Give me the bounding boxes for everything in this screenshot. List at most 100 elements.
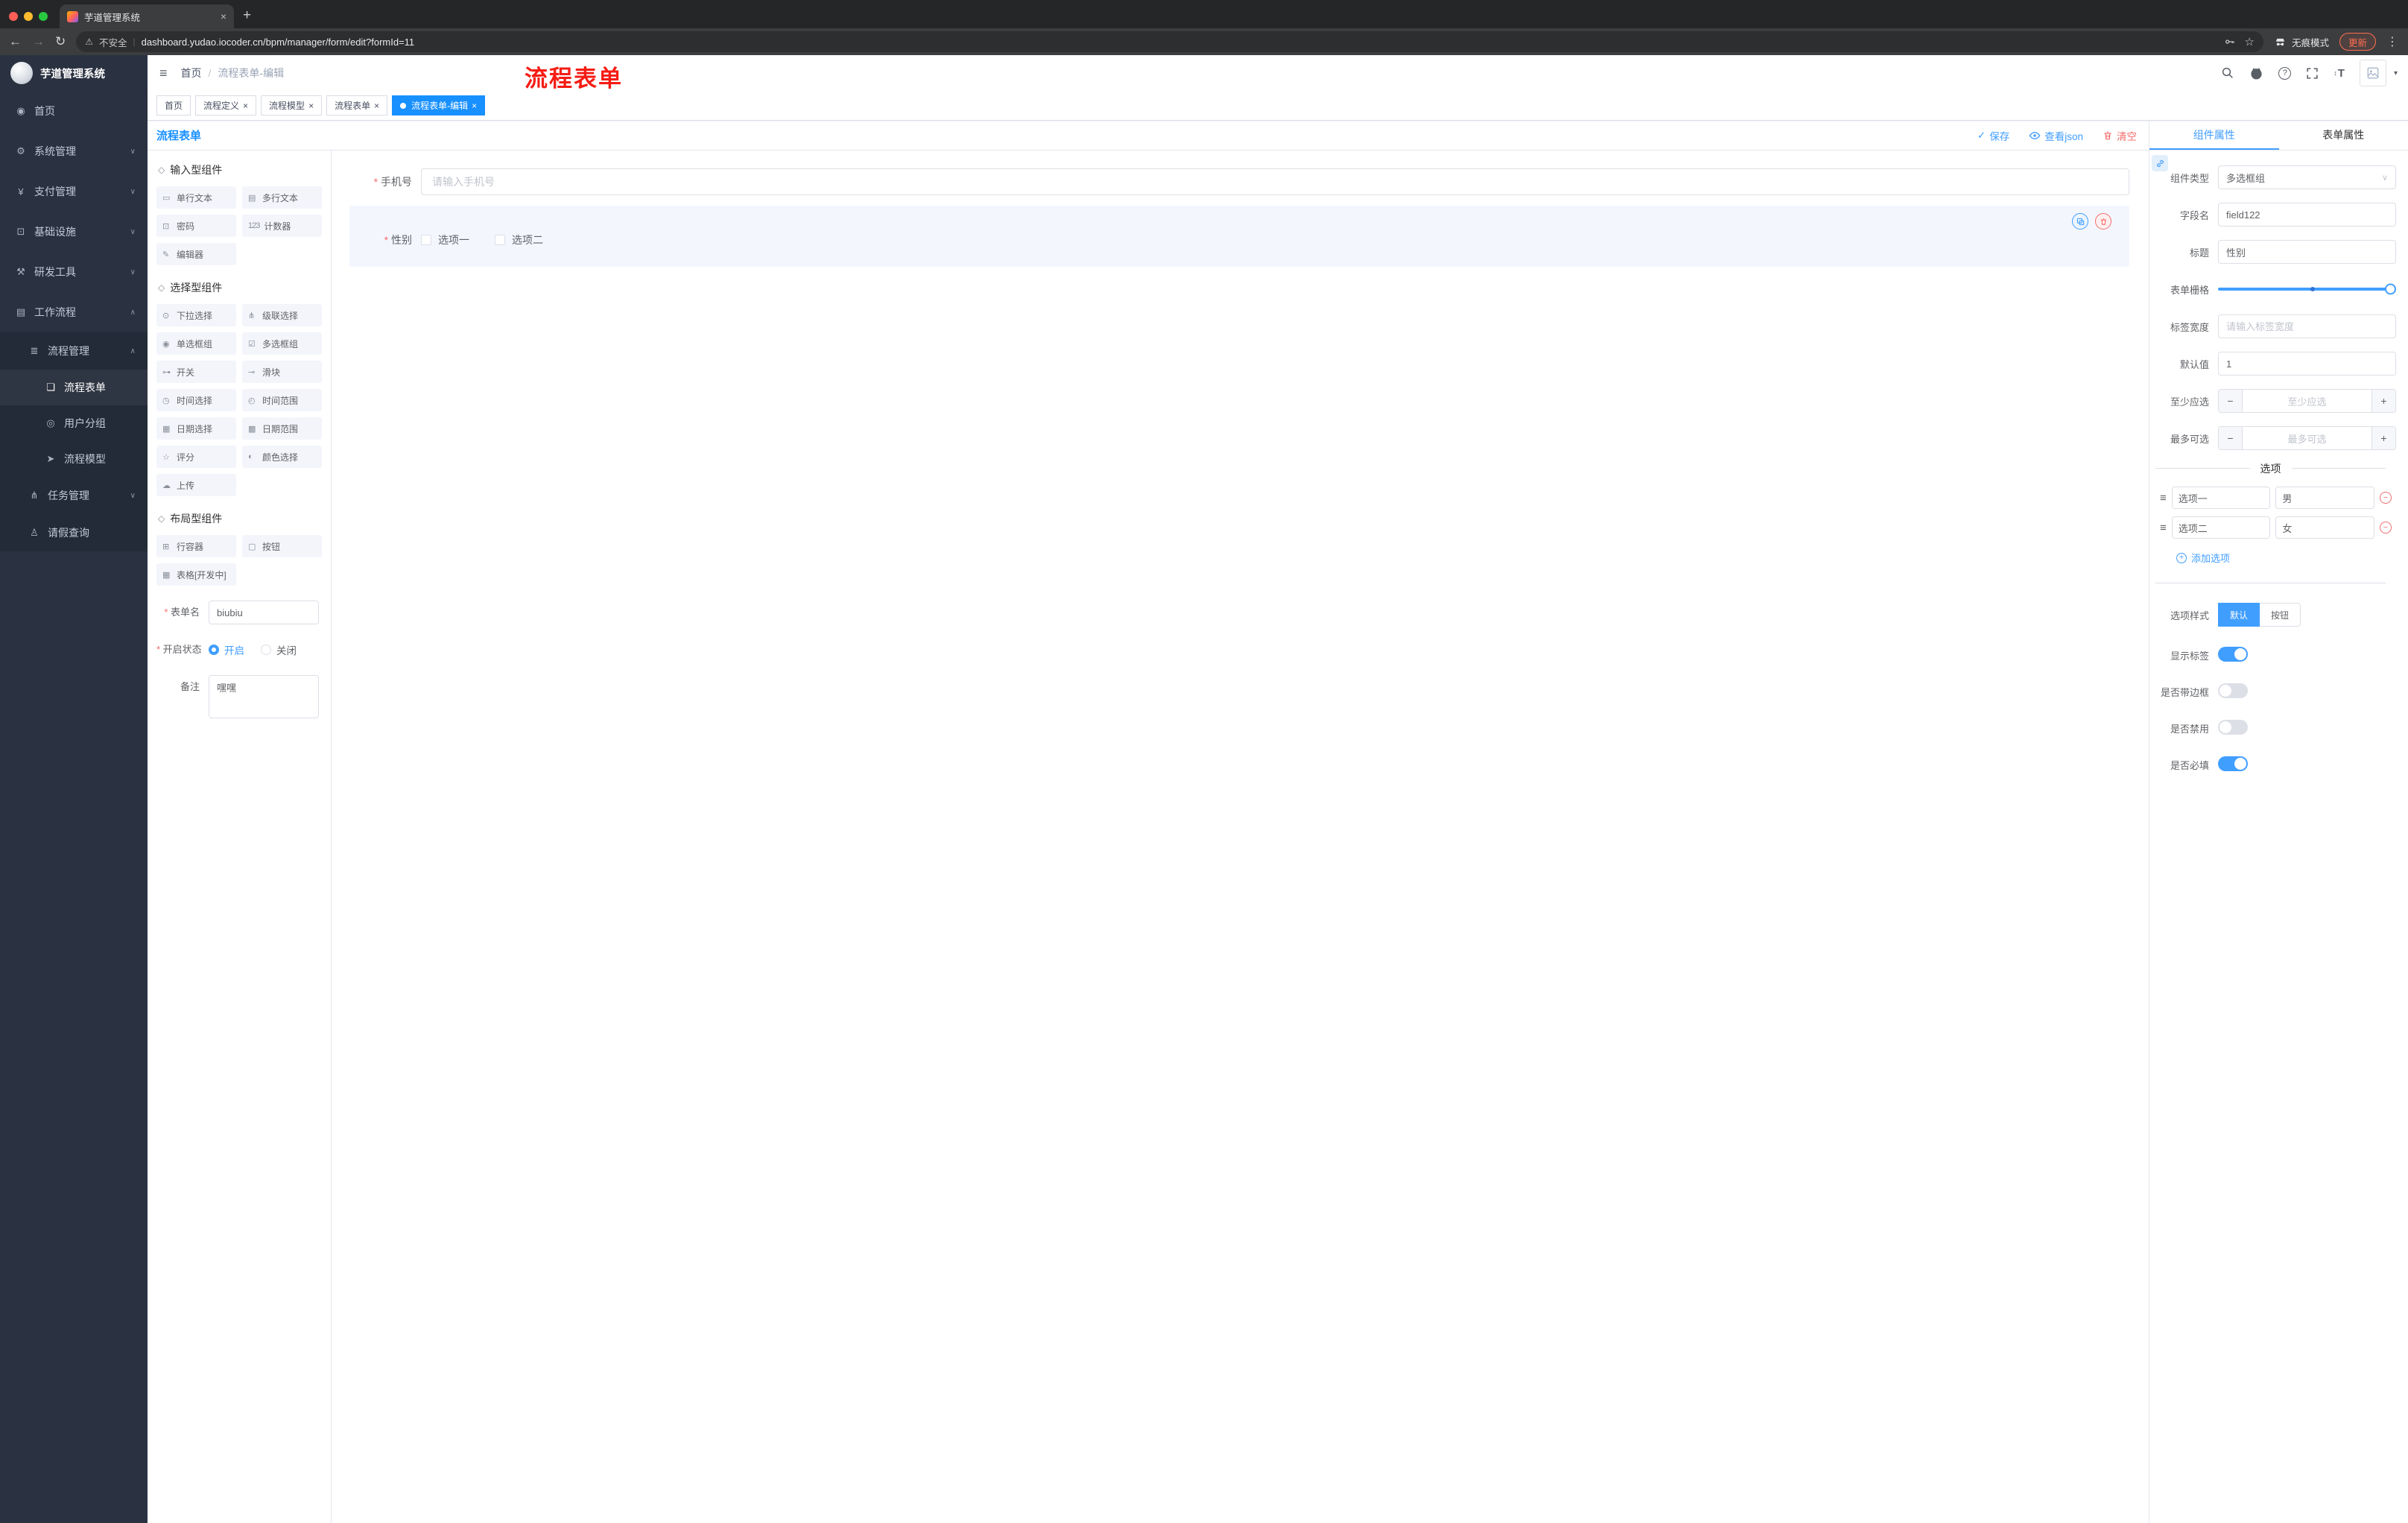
tab-form-props[interactable]: 表单属性 [2279,121,2408,150]
checkbox[interactable] [421,235,431,245]
view-json-button[interactable]: 查看json [2029,128,2083,143]
link-handle-icon[interactable] [2152,155,2168,171]
palette-item[interactable]: ▩ 日期范围 [242,417,322,440]
maximize-window-button[interactable] [39,12,48,21]
sidebar-item[interactable]: ⊡ 基础设施 ∨ [0,212,148,252]
style-option-button[interactable]: 默认 [2218,603,2260,627]
palette-item[interactable]: ◉ 单选框组 [156,332,236,355]
palette-item[interactable]: ☆ 评分 [156,446,236,468]
page-tab[interactable]: 流程定义 × [195,95,257,115]
toggle-switch[interactable] [2218,646,2248,662]
gender-checkbox-option[interactable]: 选项一 [421,232,469,247]
close-icon[interactable]: × [243,101,248,110]
palette-item[interactable]: ◴ 时间范围 [242,389,322,411]
toggle-switch[interactable] [2218,683,2248,698]
palette-item[interactable]: ▦ 日期选择 [156,417,236,440]
option-value-input[interactable] [2275,487,2375,509]
style-option-button[interactable]: 按钮 [2260,603,2301,627]
sidebar-item[interactable]: ◉ 首页 [0,91,148,131]
palette-item[interactable]: ⊸ 滑块 [242,361,322,383]
palette-item[interactable]: ⋔ 级联选择 [242,304,322,326]
max-select-placeholder[interactable]: 最多可选 [2243,427,2371,449]
close-window-button[interactable] [9,12,18,21]
forward-button[interactable]: → [32,34,45,49]
decrease-button[interactable]: − [2219,390,2243,412]
palette-item[interactable]: ◐ 颜色选择 [242,446,322,468]
page-tab[interactable]: 流程模型 × [261,95,323,115]
page-tab[interactable]: 流程表单-编辑 × [392,95,486,115]
title-input[interactable] [2218,240,2396,264]
remove-option-icon[interactable]: − [2380,492,2392,504]
form-grid-slider[interactable] [2218,283,2396,295]
palette-item[interactable]: ⊞ 行容器 [156,535,236,557]
palette-item[interactable]: ▭ 单行文本 [156,186,236,209]
drag-handle-icon[interactable]: ≡ [2160,522,2167,534]
add-option-button[interactable]: + 添加选项 [2176,551,2396,565]
sidebar-item[interactable]: ⋔ 任务管理 ∨ [0,477,148,514]
min-select-placeholder[interactable]: 至少应选 [2243,390,2371,412]
checkbox[interactable] [495,235,505,245]
close-icon[interactable]: × [221,10,226,22]
font-size-icon[interactable]: ↕ T [2333,67,2345,80]
app-logo[interactable]: 芋道管理系统 [0,55,148,91]
increase-button[interactable]: + [2371,390,2395,412]
selected-widget-gender[interactable]: 性别 选项一 [349,206,2129,267]
form-remark-textarea[interactable]: 嘿嘿 [209,675,319,718]
github-icon[interactable] [2249,66,2263,80]
palette-item[interactable]: ☁ 上传 [156,474,236,496]
save-button[interactable]: ✓ 保存 [1977,128,2009,143]
new-tab-button[interactable]: + [243,7,251,24]
default-value-input[interactable] [2218,352,2396,376]
close-icon[interactable]: × [374,101,379,110]
status-on-radio[interactable]: 开启 [209,642,244,657]
sidebar-item[interactable]: ❏ 流程表单 [0,370,148,405]
phone-field-input[interactable] [421,168,2129,195]
delete-widget-button[interactable] [2095,213,2111,229]
sidebar-item[interactable]: ◎ 用户分组 [0,405,148,441]
sidebar-collapse-icon[interactable]: ≡ [159,66,168,81]
palette-item[interactable]: ▦ 表格[开发中] [156,563,236,586]
url-text[interactable]: dashboard.yudao.iocoder.cn/bpm/manager/f… [142,37,2218,48]
palette-item[interactable]: ⊡ 密码 [156,215,236,237]
page-tab[interactable]: 流程表单 × [326,95,388,115]
copy-widget-button[interactable] [2072,213,2088,229]
palette-item[interactable]: ◷ 时间选择 [156,389,236,411]
search-icon[interactable] [2221,66,2234,80]
browser-menu-icon[interactable]: ⋮ [2386,34,2399,49]
decrease-button[interactable]: − [2219,427,2243,449]
drag-handle-icon[interactable]: ≡ [2160,492,2167,504]
sidebar-item[interactable]: ➤ 流程模型 [0,441,148,477]
fullscreen-icon[interactable] [2306,67,2319,80]
tab-component-props[interactable]: 组件属性 [2149,121,2279,150]
palette-item[interactable]: 123 计数器 [242,215,322,237]
increase-button[interactable]: + [2371,427,2395,449]
sidebar-item[interactable]: ▤ 工作流程 ∧ [0,292,148,332]
toggle-switch[interactable] [2218,756,2248,771]
address-bar[interactable]: ⚠ 不安全 | dashboard.yudao.iocoder.cn/bpm/m… [76,31,2263,52]
avatar[interactable] [2359,60,2386,86]
browser-tab[interactable]: 芋道管理系统 × [60,4,234,28]
palette-item[interactable]: ⊶ 开关 [156,361,236,383]
sidebar-item[interactable]: ♙ 请假查询 [0,514,148,551]
field-name-input[interactable] [2218,203,2396,227]
palette-item[interactable]: ☑ 多选框组 [242,332,322,355]
component-type-select[interactable]: 多选框组 ∨ [2218,165,2396,189]
slider-handle[interactable] [2385,283,2396,295]
update-button[interactable]: 更新 [2339,33,2376,51]
palette-item[interactable]: ✎ 编辑器 [156,243,236,265]
option-label-input[interactable] [2171,487,2271,509]
page-tab[interactable]: 首页 × [156,95,191,115]
option-label-input[interactable] [2171,516,2271,539]
sidebar-item[interactable]: ¥ 支付管理 ∨ [0,171,148,212]
close-icon[interactable]: × [472,101,477,110]
remove-option-icon[interactable]: − [2380,522,2392,533]
sidebar-item-process-management[interactable]: ≣ 流程管理 ∧ [0,332,148,370]
gender-checkbox-option[interactable]: 选项二 [495,232,543,247]
clear-button[interactable]: 清空 [2103,128,2137,143]
password-key-icon[interactable] [2224,36,2236,48]
form-name-input[interactable] [209,601,319,624]
palette-item[interactable]: ▤ 多行文本 [242,186,322,209]
reload-button[interactable]: ↻ [55,34,66,49]
breadcrumb-home[interactable]: 首页 [181,66,202,80]
palette-item[interactable]: ⊙ 下拉选择 [156,304,236,326]
